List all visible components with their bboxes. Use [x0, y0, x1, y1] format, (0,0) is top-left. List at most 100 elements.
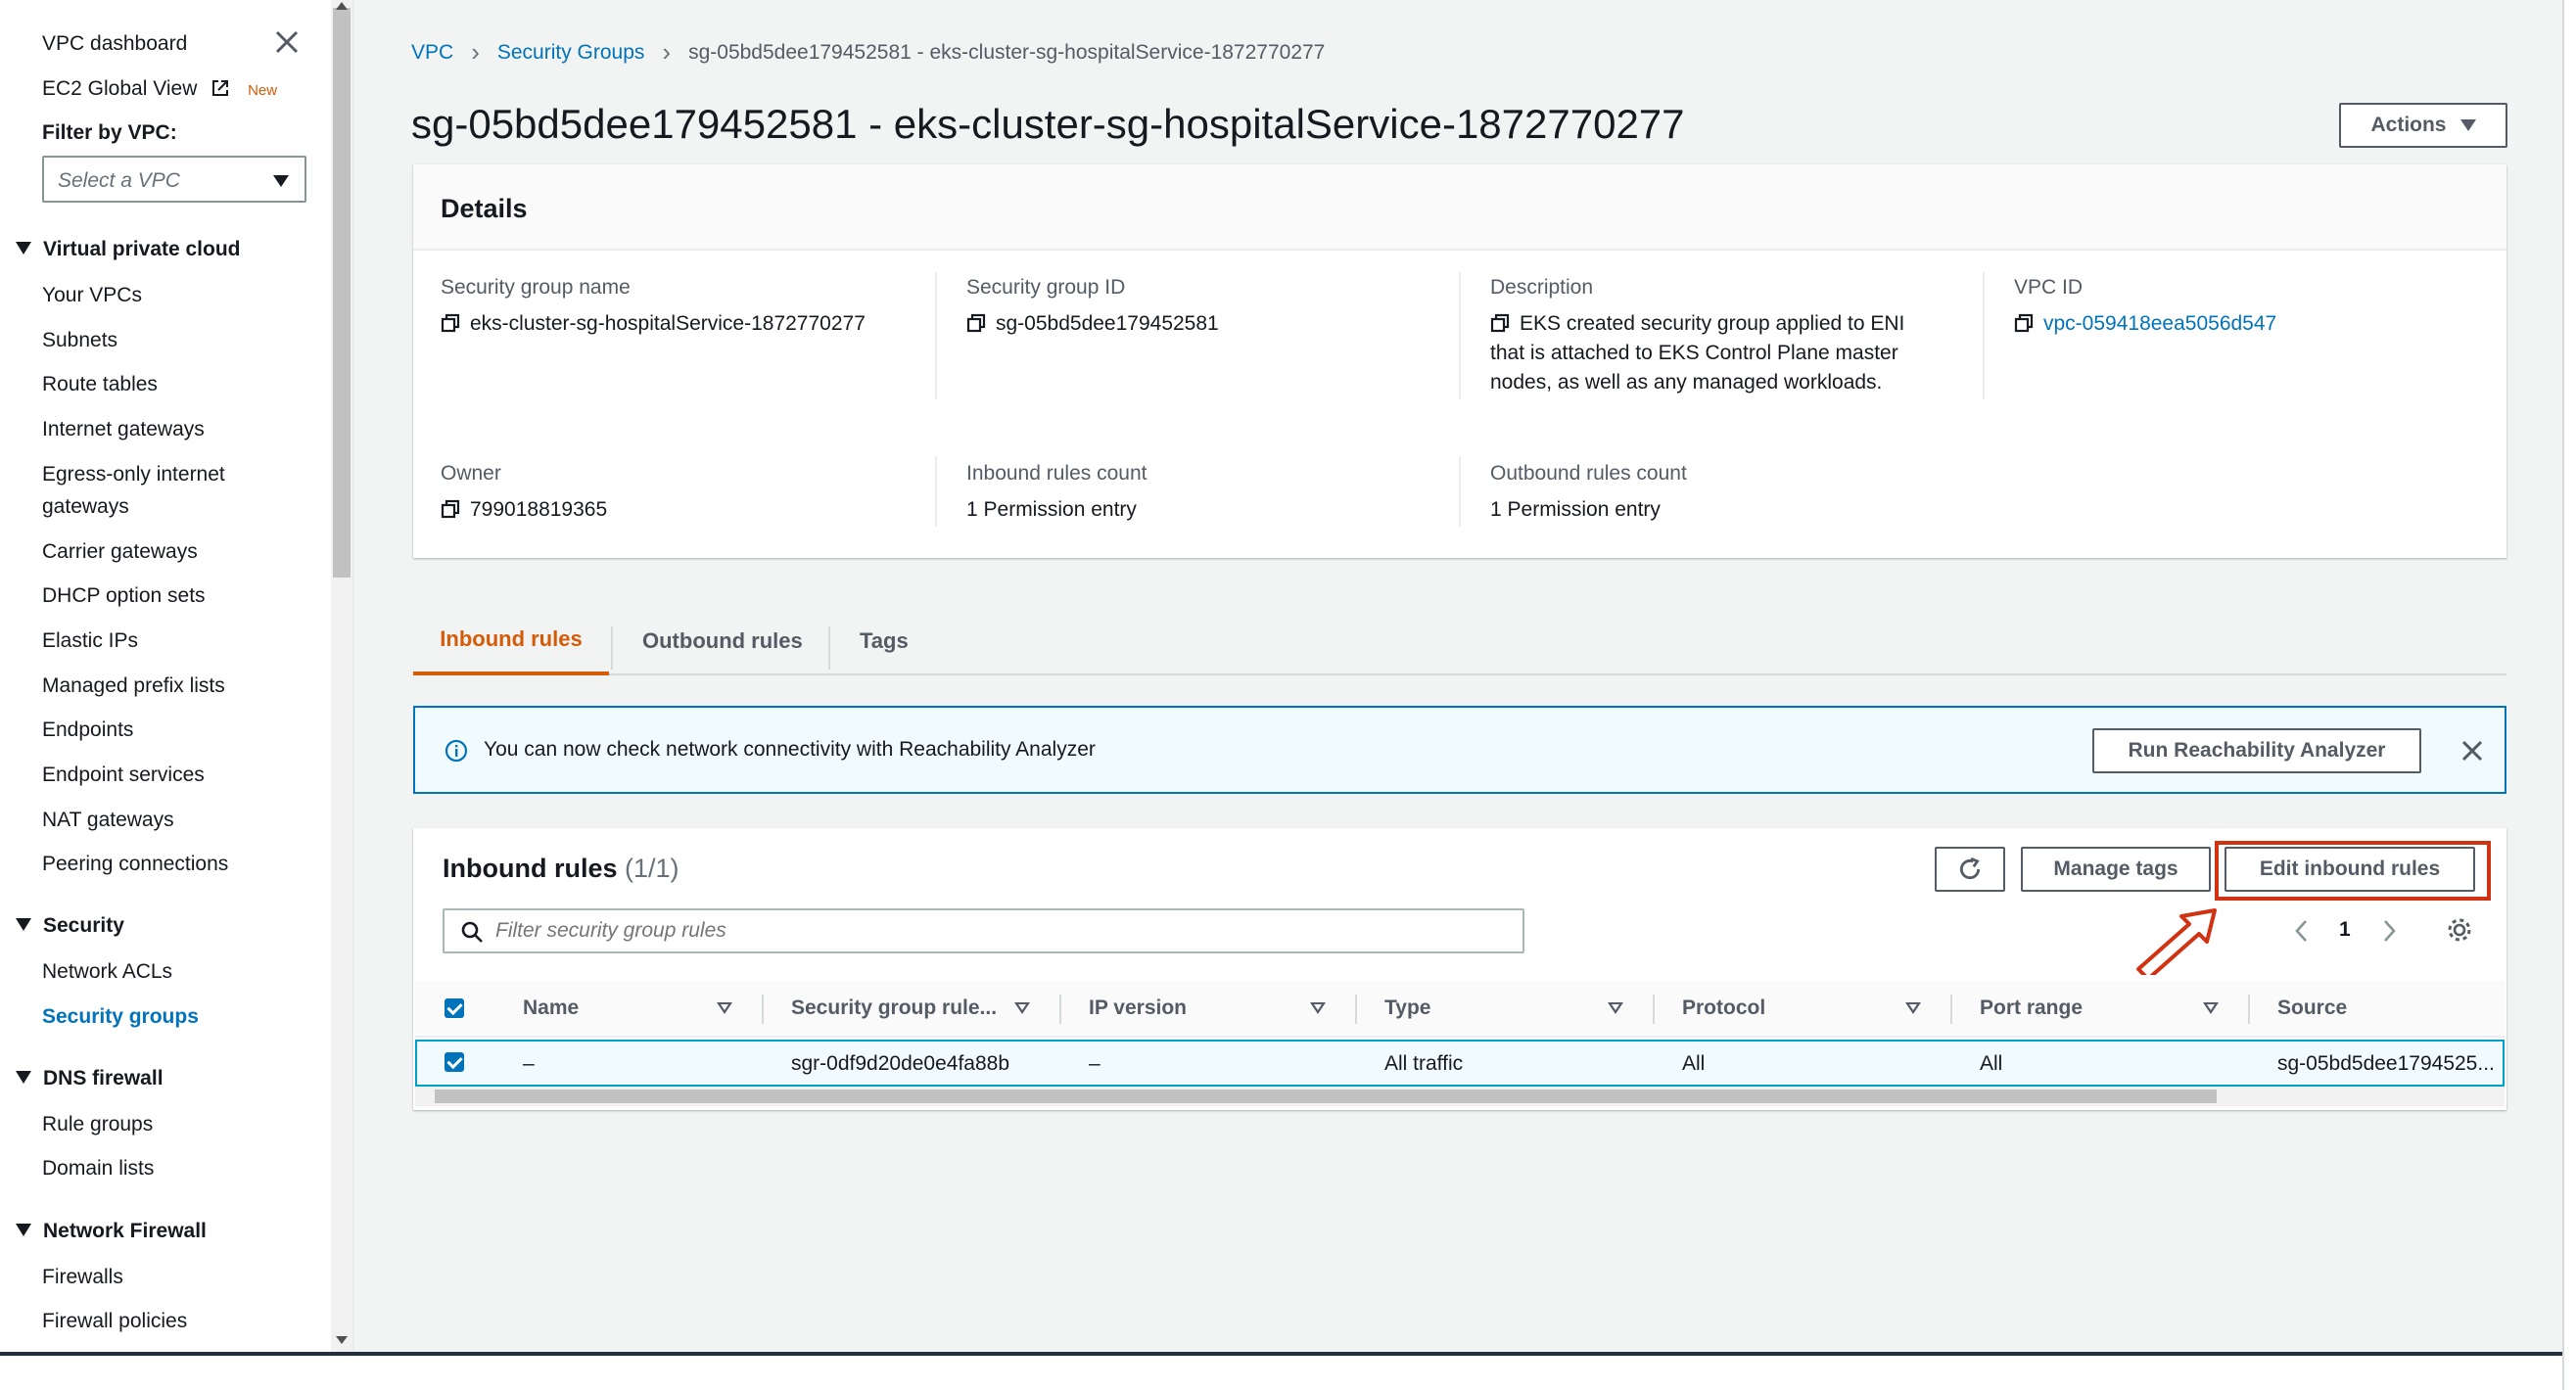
outbound-count-value: 1 Permission entry [1490, 498, 1661, 521]
description-value: EKS created security group applied to EN… [1490, 312, 1905, 394]
nav-rule-groups[interactable]: Rule groups [42, 1113, 153, 1136]
nav-vpc-dashboard[interactable]: VPC dashboard [42, 32, 187, 56]
nav-nat-gateways[interactable]: NAT gateways [42, 809, 174, 832]
caret-down-icon [2459, 119, 2476, 131]
section-dns-firewall[interactable]: DNS firewall [16, 1067, 164, 1090]
caret-down-icon [16, 1070, 31, 1084]
nav-your-vpcs[interactable]: Your VPCs [42, 284, 142, 307]
section-virtual-private-cloud[interactable]: Virtual private cloud [16, 238, 241, 261]
sort-icon[interactable] [1608, 1002, 1623, 1014]
nav-elastic-ips[interactable]: Elastic IPs [42, 629, 138, 653]
sg-id-label: Security group ID [966, 276, 1126, 299]
sort-icon[interactable] [1905, 1002, 1921, 1014]
external-link-icon [212, 80, 229, 96]
sidebar-scrollbar-thumb[interactable] [333, 8, 351, 578]
chevron-right-icon: › [471, 37, 480, 67]
inbound-count-value: 1 Permission entry [966, 498, 1137, 521]
nav-network-acls[interactable]: Network ACLs [42, 960, 172, 984]
col-port-range[interactable]: Port range [1980, 996, 2083, 1020]
close-icon[interactable] [274, 29, 300, 55]
sort-icon[interactable] [1014, 1002, 1030, 1014]
sg-name-value: eks-cluster-sg-hospitalService-187277027… [441, 309, 866, 339]
nav-peering-connections[interactable]: Peering connections [42, 853, 228, 876]
nav-domain-lists[interactable]: Domain lists [42, 1157, 154, 1181]
previous-page-icon[interactable] [2294, 919, 2308, 943]
page-number[interactable]: 1 [2339, 918, 2351, 942]
section-network-firewall[interactable]: Network Firewall [16, 1220, 207, 1243]
new-badge: New [248, 82, 278, 99]
section-security[interactable]: Security [16, 914, 124, 938]
cell-protocol: All [1682, 1052, 1706, 1075]
breadcrumb-vpc[interactable]: VPC [411, 41, 453, 65]
details-header: Details [441, 194, 528, 223]
tab-tags[interactable]: Tags [860, 607, 909, 675]
window-right-edge [2562, 0, 2576, 1390]
sort-icon[interactable] [1310, 1002, 1326, 1014]
col-name[interactable]: Name [523, 996, 579, 1020]
nav-managed-prefix-lists[interactable]: Managed prefix lists [42, 674, 225, 698]
nav-egress-only-gateways-line2[interactable]: gateways [42, 495, 129, 519]
nav-ec2-global-view[interactable]: EC2 Global View New [42, 77, 277, 101]
close-icon[interactable] [2460, 739, 2484, 763]
next-page-icon[interactable] [2383, 919, 2397, 943]
sg-id-value: sg-05bd5dee179452581 [966, 309, 1219, 339]
settings-gear-icon[interactable] [2446, 916, 2473, 944]
nav-endpoint-services[interactable]: Endpoint services [42, 764, 205, 787]
nav-firewall-policies[interactable]: Firewall policies [42, 1310, 187, 1333]
caret-down-icon [16, 1223, 31, 1236]
copy-icon[interactable] [966, 313, 986, 333]
vpc-id-value[interactable]: vpc-059418eea5056d547 [2014, 309, 2276, 339]
scroll-up-arrow-icon[interactable] [336, 2, 348, 10]
nav-egress-only-gateways[interactable]: Egress-only internet [42, 463, 225, 486]
copy-icon[interactable] [441, 313, 460, 333]
actions-button[interactable]: Actions [2339, 103, 2507, 148]
col-protocol[interactable]: Protocol [1682, 996, 1765, 1020]
info-banner: You can now check network connectivity w… [413, 706, 2506, 794]
nav-dhcp-option-sets[interactable]: DHCP option sets [42, 584, 206, 608]
refresh-icon [1959, 857, 1981, 880]
sidebar: VPC dashboard EC2 Global View New Filter… [0, 0, 331, 1354]
select-all-checkbox[interactable] [445, 998, 464, 1018]
bottom-bar [0, 1352, 2562, 1356]
cell-ip-version: – [1089, 1052, 1101, 1075]
run-reachability-analyzer-button[interactable]: Run Reachability Analyzer [2092, 728, 2421, 773]
copy-icon[interactable] [2014, 313, 2034, 333]
table-header: Name Security group rule... IP version T… [415, 981, 2505, 1038]
table-row[interactable]: – sgr-0df9d20de0e4fa88b – All traffic Al… [415, 1040, 2505, 1087]
table-scrollbar-thumb[interactable] [435, 1089, 2217, 1103]
row-checkbox[interactable] [445, 1052, 464, 1072]
filter-by-vpc-label: Filter by VPC: [42, 121, 177, 144]
manage-tags-button[interactable]: Manage tags [2021, 847, 2211, 892]
outbound-count-label: Outbound rules count [1490, 462, 1687, 485]
search-icon [461, 921, 483, 943]
nav-firewalls[interactable]: Firewalls [42, 1266, 123, 1289]
nav-route-tables[interactable]: Route tables [42, 373, 158, 396]
filter-rules-text-input[interactable] [495, 918, 1514, 944]
tab-inbound-rules[interactable]: Inbound rules [413, 607, 609, 675]
scroll-down-arrow-icon[interactable] [336, 1336, 348, 1344]
sort-icon[interactable] [717, 1002, 732, 1014]
col-source[interactable]: Source [2277, 996, 2347, 1020]
nav-endpoints[interactable]: Endpoints [42, 718, 133, 742]
vpc-select[interactable]: Select a VPC [42, 156, 306, 203]
copy-icon[interactable] [441, 499, 460, 519]
col-ip-version[interactable]: IP version [1089, 996, 1187, 1020]
cell-name: – [523, 1052, 535, 1075]
tab-outbound-rules[interactable]: Outbound rules [642, 607, 803, 675]
inbound-rules-title: Inbound rules (1/1) [443, 854, 679, 883]
filter-rules-input[interactable] [443, 908, 1524, 953]
sort-icon[interactable] [2203, 1002, 2219, 1014]
nav-carrier-gateways[interactable]: Carrier gateways [42, 540, 198, 564]
col-type[interactable]: Type [1384, 996, 1430, 1020]
nav-internet-gateways[interactable]: Internet gateways [42, 418, 205, 441]
refresh-button[interactable] [1935, 847, 2005, 892]
cell-port-range: All [1980, 1052, 2003, 1075]
nav-subnets[interactable]: Subnets [42, 329, 117, 352]
table-horizontal-scrollbar[interactable] [415, 1087, 2505, 1106]
copy-icon[interactable] [1490, 313, 1510, 333]
breadcrumb-security-groups[interactable]: Security Groups [497, 41, 645, 65]
col-sg-rule-id[interactable]: Security group rule... [791, 996, 997, 1020]
caret-down-icon [16, 917, 31, 931]
inbound-rules-count: (1/1) [625, 854, 679, 883]
nav-security-groups[interactable]: Security groups [42, 1005, 199, 1029]
